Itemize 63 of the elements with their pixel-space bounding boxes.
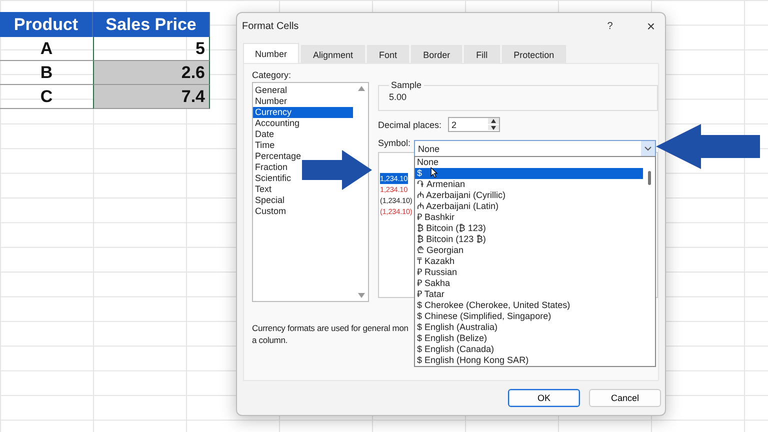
tab[interactable]: Protection: [502, 45, 566, 63]
menu-item[interactable]: $ English (Belize): [415, 333, 643, 344]
spin-up-icon[interactable]: [488, 118, 499, 124]
decimal-places-label: Decimal places:: [378, 120, 442, 130]
column-header: Product: [0, 12, 93, 37]
sample-value: 5.00: [389, 92, 407, 102]
window-title: Format Cells: [242, 20, 300, 32]
arrow-right-icon: [302, 150, 372, 190]
tab[interactable]: Border: [411, 45, 462, 63]
menu-item[interactable]: ₽ Bashkir: [415, 212, 643, 223]
list-item[interactable]: Currency: [253, 107, 353, 118]
menu-item[interactable]: ₸ Kazakh: [415, 256, 643, 267]
tab[interactable]: Font: [367, 45, 410, 63]
ok-button[interactable]: OK: [508, 389, 580, 407]
tab[interactable]: Number: [243, 43, 300, 63]
menu-item[interactable]: ₽ Russian: [415, 267, 643, 278]
menu-item[interactable]: $ English (Canada): [415, 344, 643, 355]
scroll-down-icon[interactable]: [358, 293, 364, 298]
mouse-pointer-icon: [430, 167, 438, 178]
list-item[interactable]: Time: [253, 140, 275, 151]
menu-item[interactable]: $ English (Australia): [415, 322, 643, 333]
list-item[interactable]: Custom: [253, 206, 286, 217]
close-button[interactable]: ×: [642, 18, 659, 34]
menu-item[interactable]: ₽ Tatar: [415, 289, 643, 300]
scroll-up-icon[interactable]: [358, 86, 364, 91]
tab[interactable]: Fill: [464, 45, 500, 63]
menu-item[interactable]: $: [415, 168, 643, 179]
list-item[interactable]: Special: [253, 195, 285, 206]
menu-item[interactable]: $ Cherokee (Cherokee, United States): [415, 300, 643, 311]
table-cell: A: [0, 37, 93, 61]
menu-item[interactable]: ₽ Sakha: [415, 278, 643, 289]
chevron-down-icon[interactable]: [641, 141, 655, 156]
column-header: Sales Price: [93, 12, 210, 37]
list-item[interactable]: Percentage: [253, 151, 302, 162]
list-item[interactable]: Fraction: [253, 162, 288, 173]
menu-item[interactable]: None: [415, 157, 643, 168]
list-item[interactable]: General: [253, 85, 288, 96]
sample-label: Sample: [390, 80, 423, 90]
symbol-dropdown[interactable]: None: [414, 140, 656, 157]
list-item[interactable]: Text: [253, 184, 272, 195]
description-text: Currency formats are used for general mon a column.: [252, 322, 408, 346]
scrollbar-thumb[interactable]: [648, 171, 650, 185]
table-cell: 2.6: [93, 61, 210, 85]
table-cell: 7.4: [93, 85, 210, 109]
menu-item[interactable]: ₿ Bitcoin (123 ₿): [415, 234, 643, 245]
menu-item[interactable]: $ Chinese (Simplified, Singapore): [415, 311, 643, 322]
list-item[interactable]: Accounting: [253, 118, 300, 129]
arrow-left-icon: [656, 124, 760, 169]
menu-item[interactable]: ₾ Georgian: [415, 245, 643, 256]
list-item[interactable]: Date: [253, 129, 274, 140]
menu-item[interactable]: ֏ Armenian: [415, 179, 643, 190]
list-item[interactable]: Scientific: [253, 173, 292, 184]
list-item[interactable]: Number: [253, 96, 288, 107]
help-button[interactable]: ?: [603, 20, 617, 32]
menu-item[interactable]: ₿ Bitcoin (₿ 123): [415, 223, 643, 234]
decimal-places-field[interactable]: 2: [448, 117, 500, 132]
cancel-button[interactable]: Cancel: [589, 389, 661, 407]
symbol-label: Symbol:: [378, 138, 411, 148]
menu-item[interactable]: ₼ Azerbaijani (Latin): [415, 201, 643, 212]
tab[interactable]: Alignment: [301, 45, 366, 63]
category-label: Category:: [252, 70, 292, 80]
menu-item[interactable]: $ English (Hong Kong SAR): [415, 355, 643, 366]
menu-item[interactable]: ₼ Azerbaijani (Cyrillic): [415, 190, 643, 201]
